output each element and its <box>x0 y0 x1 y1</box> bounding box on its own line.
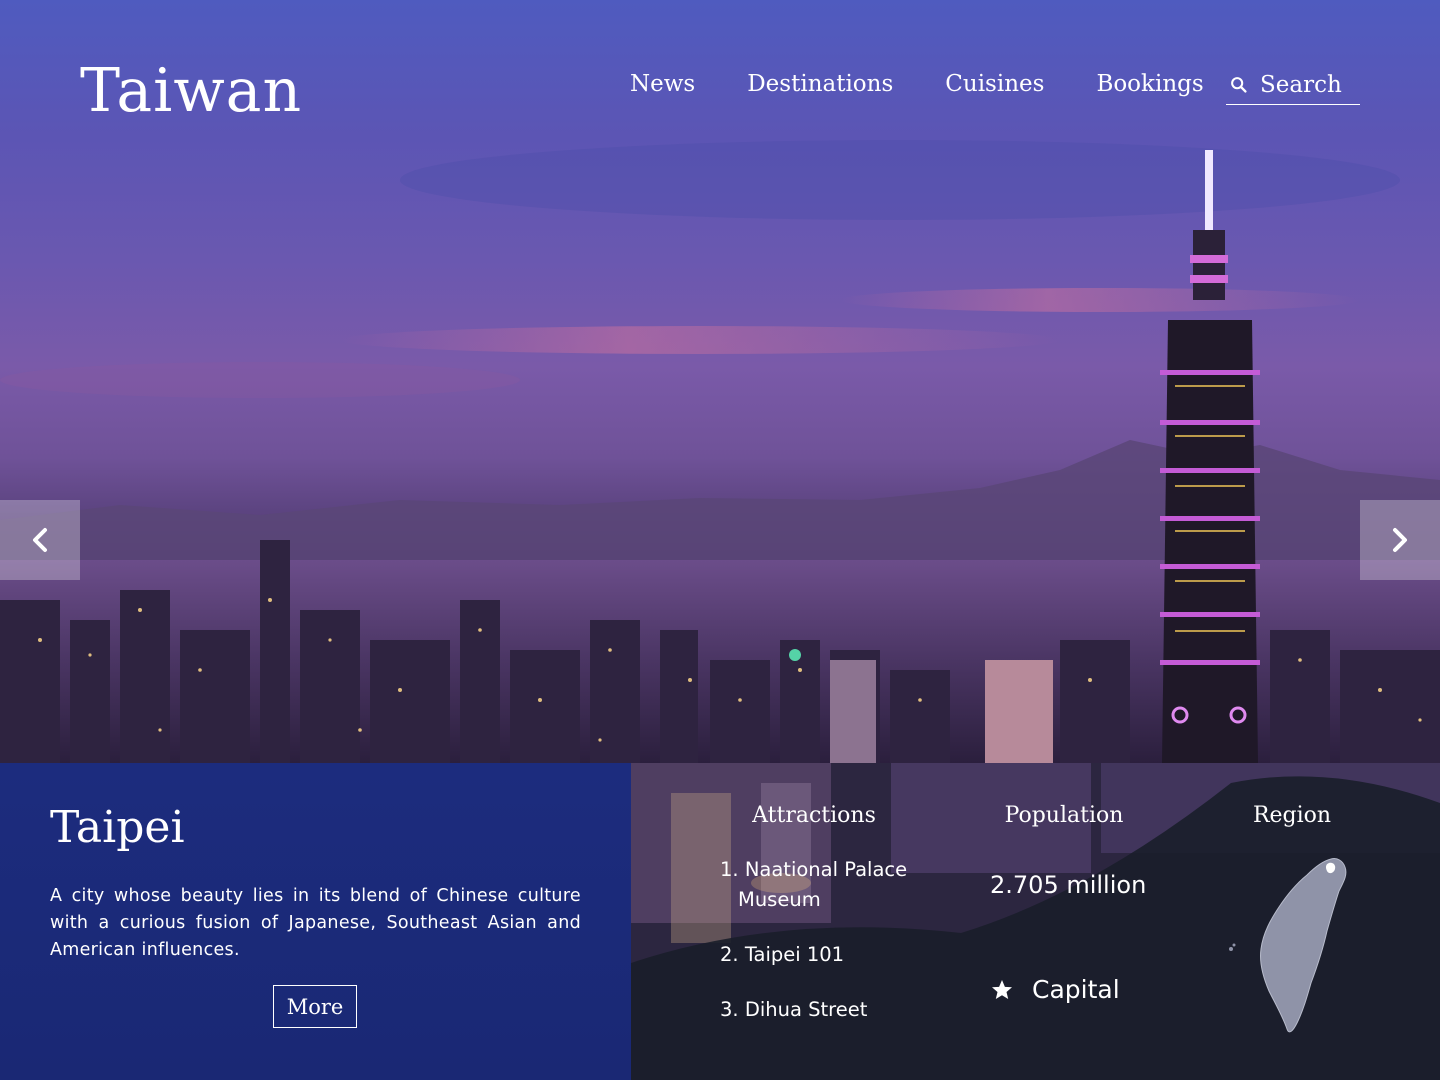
city-description: A city whose beauty lies in its blend of… <box>50 886 581 960</box>
search-box[interactable] <box>1226 66 1360 105</box>
city-info-panel: Taipei A city whose beauty lies in its b… <box>0 763 631 1080</box>
capital-badge: Capital <box>990 974 1120 1006</box>
chevron-left-icon <box>33 528 47 552</box>
nav-destinations[interactable]: Destinations <box>747 68 893 100</box>
attraction-name-cont: Museum <box>738 888 821 911</box>
search-icon[interactable] <box>1228 72 1250 98</box>
attraction-name: Naational Palace <box>744 858 908 881</box>
attraction-name: Taipei 101 <box>744 943 845 966</box>
attraction-number: 1. <box>720 858 739 881</box>
attractions-heading: Attractions <box>752 803 876 828</box>
taiwan-map-icon <box>1229 858 1347 1033</box>
nav-cuisines[interactable]: Cuisines <box>945 68 1044 100</box>
carousel-prev-button[interactable] <box>0 500 80 580</box>
site-logo[interactable]: Taiwan <box>80 58 302 124</box>
attraction-number: 3. <box>720 998 739 1021</box>
nav-news[interactable]: News <box>630 68 695 100</box>
region-heading: Region <box>1252 803 1332 828</box>
more-button[interactable]: More <box>273 985 357 1028</box>
list-item[interactable]: 1. Naational Palace Museum <box>720 855 940 915</box>
population-value: 2.705 million <box>990 871 1147 899</box>
attractions-list: 1. Naational Palace Museum 2. Taipei 101… <box>720 855 940 1050</box>
nav-bookings[interactable]: Bookings <box>1096 68 1203 100</box>
attraction-number: 2. <box>720 943 739 966</box>
attraction-name: Dihua Street <box>744 998 868 1021</box>
list-item[interactable]: 3. Dihua Street <box>720 995 940 1025</box>
star-icon <box>992 980 1012 999</box>
city-title: Taipei <box>50 802 185 853</box>
city-details: Taipei A city whose beauty lies in its b… <box>0 763 1440 1080</box>
capital-label: Capital <box>1032 975 1120 1004</box>
taipei-101-tower <box>1160 150 1260 763</box>
population-heading: Population <box>1004 803 1124 828</box>
carousel-next-button[interactable] <box>1360 500 1440 580</box>
search-input[interactable] <box>1260 72 1360 98</box>
chevron-right-icon <box>1393 528 1407 552</box>
list-item[interactable]: 2. Taipei 101 <box>720 940 940 970</box>
city-facts-panel: Attractions 1. Naational Palace Museum 2… <box>631 763 1440 1080</box>
main-nav: News Destinations Cuisines Bookings <box>630 68 1256 100</box>
